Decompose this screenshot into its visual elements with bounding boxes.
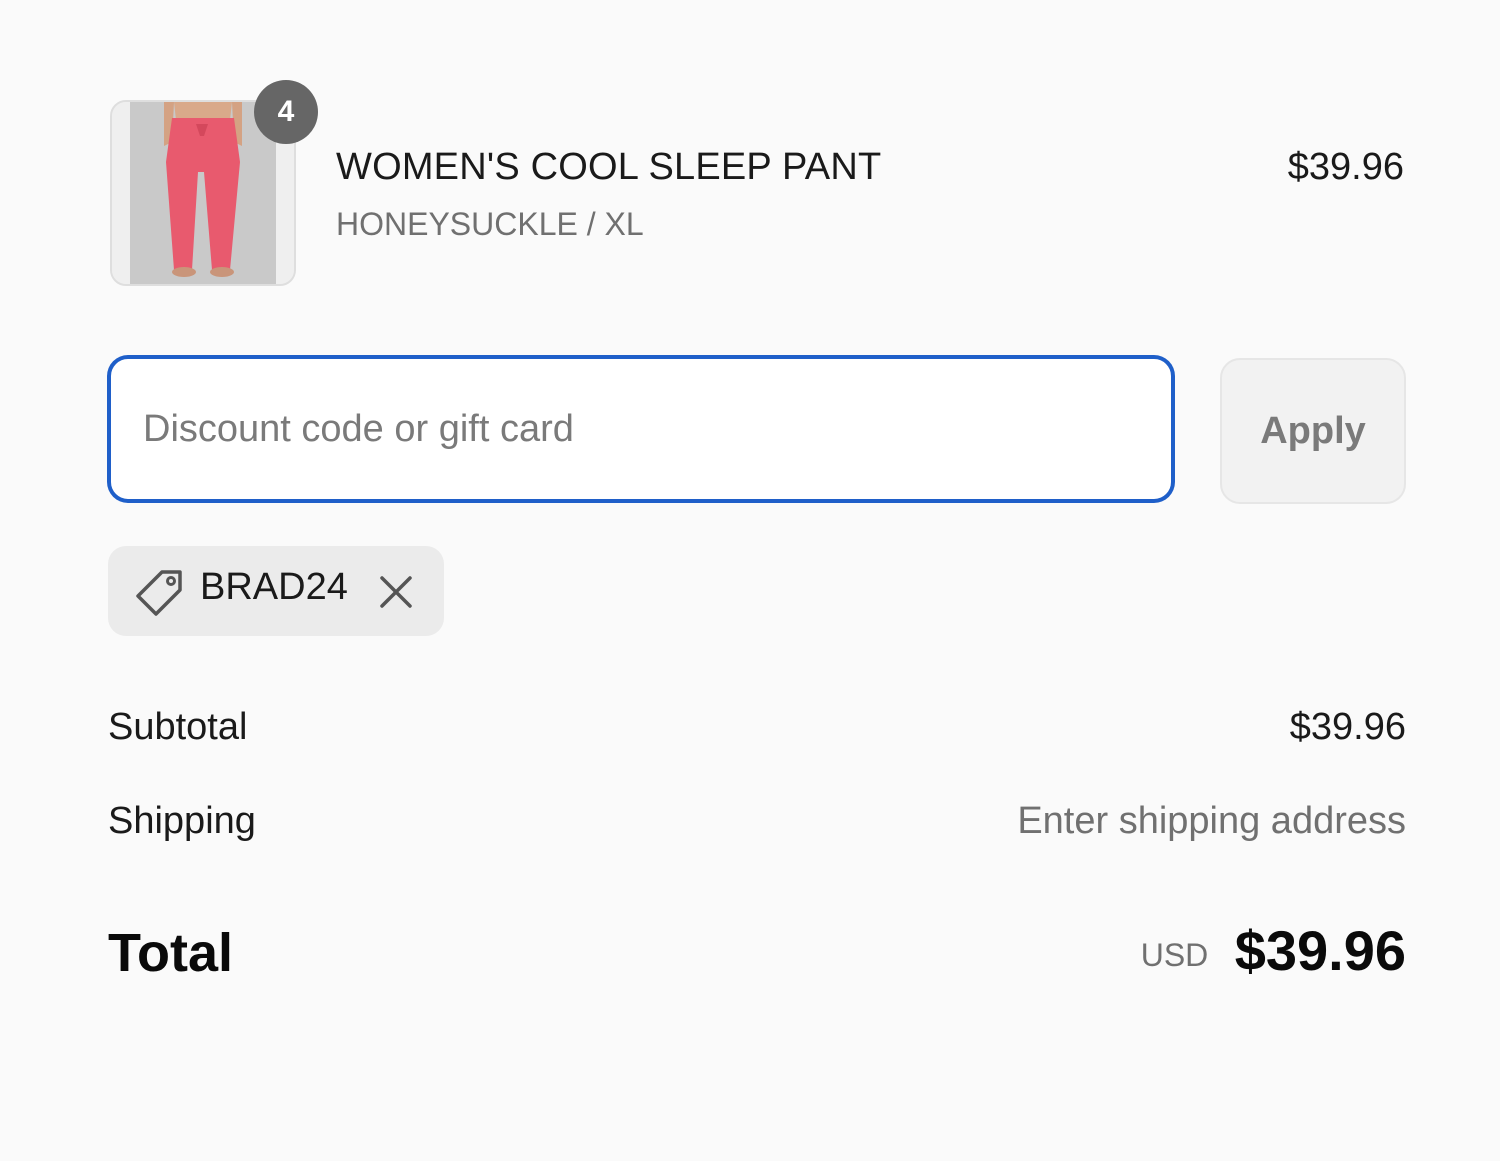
subtotal-value: $39.96 (1289, 706, 1406, 748)
order-summary-panel: 4 WOMEN'S COOL SLEEP PANT HONEYSUCKLE / … (108, 0, 1406, 1161)
subtotal-label: Subtotal (108, 706, 248, 748)
discount-code-input[interactable] (108, 356, 1174, 502)
applied-discount-tag: BRAD24 (108, 546, 444, 636)
applied-discount-code: BRAD24 (200, 566, 348, 608)
total-value-group: USD $39.96 (1141, 918, 1406, 983)
shipping-value: Enter shipping address (1017, 800, 1406, 842)
currency-code: USD (1140, 937, 1209, 973)
close-icon[interactable] (374, 570, 418, 614)
line-item: 4 WOMEN'S COOL SLEEP PANT HONEYSUCKLE / … (108, 80, 1406, 288)
apply-discount-button[interactable]: Apply (1220, 358, 1406, 504)
product-variant: HONEYSUCKLE / XL (336, 206, 644, 242)
quantity-badge: 4 (254, 80, 318, 144)
total-label: Total (108, 923, 233, 983)
total-value: $39.96 (1234, 919, 1406, 982)
tag-icon (136, 570, 182, 616)
shipping-label: Shipping (108, 800, 256, 842)
product-price: $39.96 (1287, 146, 1404, 188)
product-thumbnail-wrap: 4 (110, 80, 318, 286)
product-name: WOMEN'S COOL SLEEP PANT (336, 146, 882, 188)
